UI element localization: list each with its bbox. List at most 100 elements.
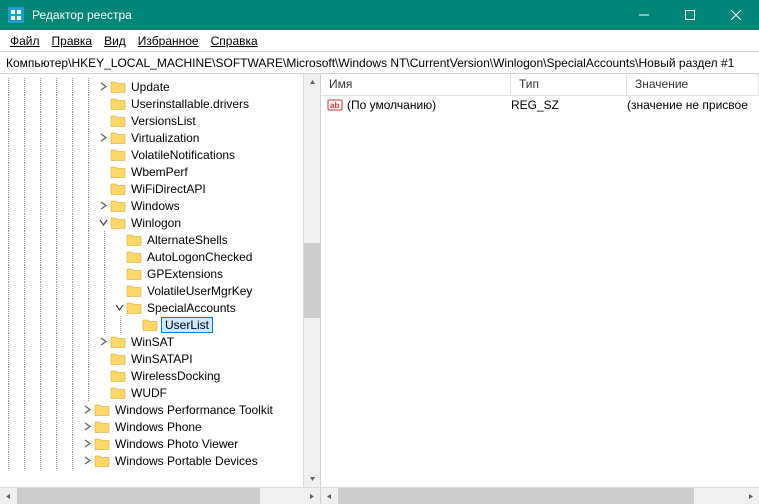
tree-item-label: Windows Photo Viewer <box>113 437 240 451</box>
tree-spacer <box>128 318 142 332</box>
tree-item[interactable]: VersionsList <box>0 112 320 129</box>
menu-help[interactable]: Справка <box>205 32 264 50</box>
tree-item[interactable]: Windows Photo Viewer <box>0 435 320 452</box>
workspace: Update Userinstallable.driversVersionsLis… <box>0 74 759 504</box>
tree-spacer <box>96 148 110 162</box>
tree-item-label: Windows Portable Devices <box>113 454 260 468</box>
tree-item[interactable]: Windows Portable Devices <box>0 452 320 469</box>
tree-item-label: WiFiDirectAPI <box>129 182 208 196</box>
tree-item[interactable]: WinSAT <box>0 333 320 350</box>
expander-icon[interactable] <box>80 420 94 434</box>
tree-item-label: AlternateShells <box>145 233 230 247</box>
tree-item[interactable]: AutoLogonChecked <box>0 248 320 265</box>
tree-spacer <box>96 182 110 196</box>
tree-scrollbar-vertical[interactable] <box>303 74 320 487</box>
tree-spacer <box>112 284 126 298</box>
address-bar[interactable]: Компьютер\HKEY_LOCAL_MACHINE\SOFTWARE\Mi… <box>0 52 759 74</box>
scroll-left-icon[interactable] <box>0 488 17 504</box>
tree-item-label: VolatileNotifications <box>129 148 237 162</box>
registry-tree[interactable]: Update Userinstallable.driversVersionsLis… <box>0 74 320 473</box>
value-data: (значение не присвое <box>627 98 759 112</box>
menubar: Файл Правка Вид Избранное Справка <box>0 30 759 52</box>
list-row[interactable]: ab(По умолчанию)REG_SZ(значение не присв… <box>321 96 759 114</box>
tree-item[interactable]: Virtualization <box>0 129 320 146</box>
list-header: Имя Тип Значение <box>321 74 759 96</box>
scroll-up-icon[interactable] <box>304 74 321 91</box>
tree-spacer <box>96 369 110 383</box>
expander-icon[interactable] <box>96 199 110 213</box>
tree-item-label: Windows Performance Toolkit <box>113 403 275 417</box>
tree-item[interactable]: WbemPerf <box>0 163 320 180</box>
scrollbar-thumb[interactable] <box>338 488 694 504</box>
menu-edit[interactable]: Правка <box>46 32 99 50</box>
tree-item-label: UserList <box>161 317 213 333</box>
titlebar: Редактор реестра <box>0 0 759 30</box>
tree-item-label: VolatileUserMgrKey <box>145 284 254 298</box>
tree-item[interactable]: GPExtensions <box>0 265 320 282</box>
expander-icon[interactable] <box>96 80 110 94</box>
column-header-name[interactable]: Имя <box>321 74 511 95</box>
tree-item-label: Winlogon <box>129 216 183 230</box>
expander-icon[interactable] <box>96 335 110 349</box>
list-body[interactable]: ab(По умолчанию)REG_SZ(значение не присв… <box>321 96 759 487</box>
tree-item[interactable]: VolatileNotifications <box>0 146 320 163</box>
tree-item[interactable]: Windows Phone <box>0 418 320 435</box>
tree-spacer <box>96 97 110 111</box>
scroll-down-icon[interactable] <box>304 470 321 487</box>
tree-item-label: WbemPerf <box>129 165 190 179</box>
tree-item-label: WinSAT <box>129 335 176 349</box>
tree-item-label: AutoLogonChecked <box>145 250 254 264</box>
tree-pane: Update Userinstallable.driversVersionsLis… <box>0 74 321 504</box>
tree-item[interactable]: VolatileUserMgrKey <box>0 282 320 299</box>
tree-item[interactable]: WirelessDocking <box>0 367 320 384</box>
tree-item[interactable]: SpecialAccounts <box>0 299 320 316</box>
scroll-right-icon[interactable] <box>303 488 320 504</box>
tree-item[interactable]: Userinstallable.drivers <box>0 95 320 112</box>
tree-item[interactable]: Windows Performance Toolkit <box>0 401 320 418</box>
tree-item[interactable]: Windows <box>0 197 320 214</box>
column-header-value[interactable]: Значение <box>627 74 759 95</box>
tree-item-label: Windows Phone <box>113 420 204 434</box>
tree-spacer <box>96 352 110 366</box>
scrollbar-thumb[interactable] <box>304 243 321 319</box>
tree-spacer <box>96 114 110 128</box>
tree-item[interactable]: WinSATAPI <box>0 350 320 367</box>
expander-icon[interactable] <box>80 454 94 468</box>
menu-file[interactable]: Файл <box>4 32 46 50</box>
scrollbar-thumb[interactable] <box>17 488 260 504</box>
tree-item[interactable]: AlternateShells <box>0 231 320 248</box>
window-title: Редактор реестра <box>32 8 621 22</box>
expander-icon[interactable] <box>112 301 126 315</box>
tree-item[interactable]: Update <box>0 78 320 95</box>
tree-item[interactable]: WUDF <box>0 384 320 401</box>
expander-icon[interactable] <box>80 403 94 417</box>
tree-spacer <box>112 250 126 264</box>
tree-scrollbar-horizontal[interactable] <box>0 487 320 504</box>
column-header-type[interactable]: Тип <box>511 74 627 95</box>
tree-spacer <box>96 386 110 400</box>
tree-item[interactable]: WiFiDirectAPI <box>0 180 320 197</box>
scroll-left-icon[interactable] <box>321 488 338 504</box>
tree-item-label: Virtualization <box>129 131 201 145</box>
tree-spacer <box>96 165 110 179</box>
close-button[interactable] <box>713 0 759 30</box>
expander-icon[interactable] <box>96 216 110 230</box>
scroll-right-icon[interactable] <box>742 488 759 504</box>
tree-item-label: Windows <box>129 199 182 213</box>
maximize-button[interactable] <box>667 0 713 30</box>
tree-item[interactable]: UserList <box>0 316 320 333</box>
list-scrollbar-horizontal[interactable] <box>321 487 759 504</box>
tree-item-label: GPExtensions <box>145 267 225 281</box>
tree-item-label: WinSATAPI <box>129 352 195 366</box>
tree-item-label: WUDF <box>129 386 169 400</box>
expander-icon[interactable] <box>96 131 110 145</box>
svg-text:ab: ab <box>330 101 339 110</box>
menu-view[interactable]: Вид <box>98 32 132 50</box>
menu-favorites[interactable]: Избранное <box>132 32 205 50</box>
tree-item-label: Userinstallable.drivers <box>129 97 251 111</box>
app-icon <box>8 7 24 23</box>
tree-item[interactable]: Winlogon <box>0 214 320 231</box>
expander-icon[interactable] <box>80 437 94 451</box>
minimize-button[interactable] <box>621 0 667 30</box>
tree-spacer <box>112 267 126 281</box>
